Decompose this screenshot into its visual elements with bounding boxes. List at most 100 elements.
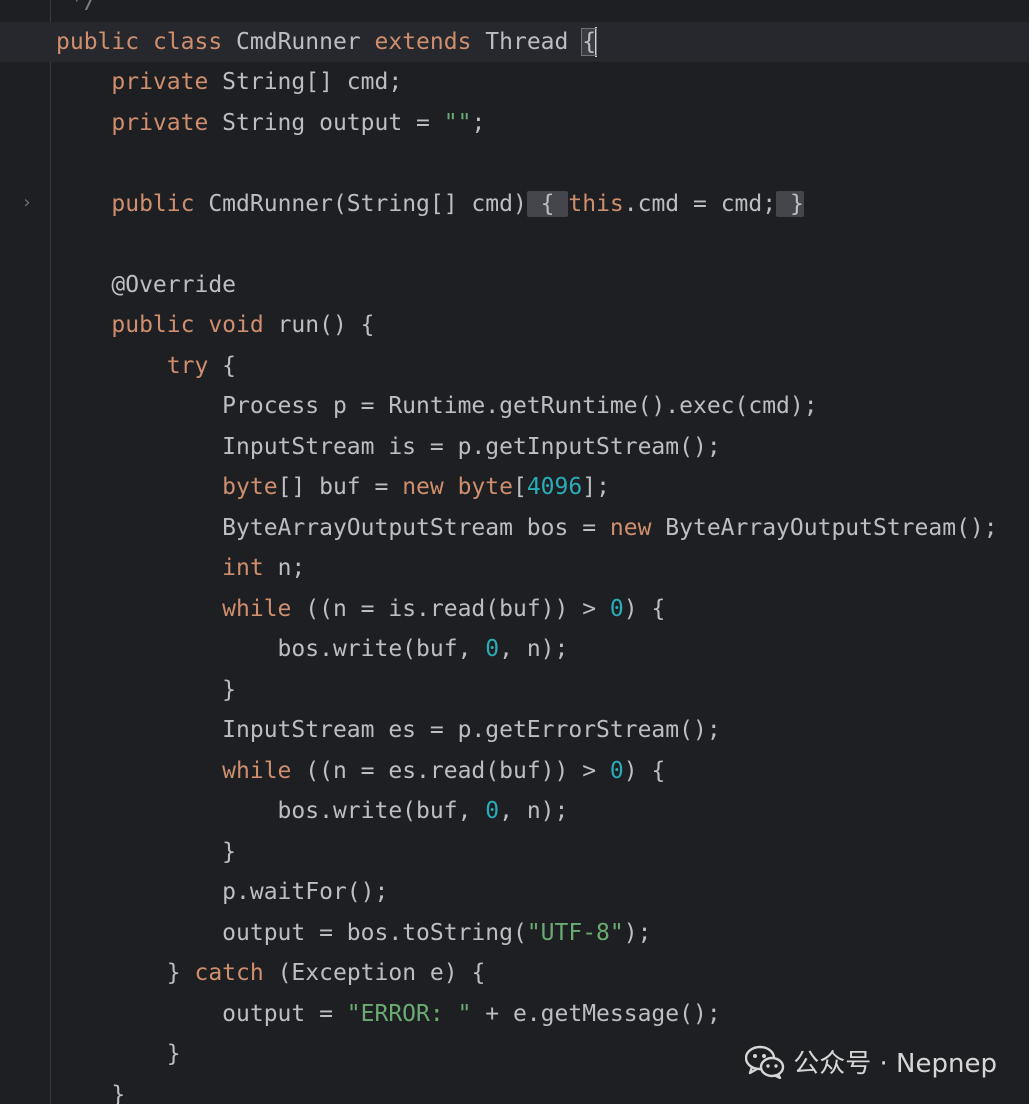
code-line[interactable]: public void run() { (56, 305, 1029, 346)
code-token: output = bos.toString( (56, 919, 527, 946)
code-line[interactable] (56, 143, 1029, 184)
code-token: .cmd = cmd; (623, 190, 777, 217)
code-line[interactable]: while ((n = es.read(buf)) > 0) { (56, 751, 1029, 792)
editor-gutter: › (0, 0, 50, 1104)
code-token: extends (374, 28, 486, 55)
code-token: 0 (485, 798, 500, 824)
code-token: this (568, 190, 624, 217)
text-caret (595, 27, 598, 57)
code-line[interactable]: output = "ERROR: " + e.getMessage(); (56, 994, 1029, 1035)
code-line[interactable]: while ((n = is.read(buf)) > 0) { (56, 589, 1029, 630)
code-line[interactable]: @Override (56, 265, 1029, 306)
code-token: bos.write(buf, (56, 636, 486, 662)
code-token: byte (457, 474, 513, 500)
code-line[interactable]: ByteArrayOutputStream bos = new ByteArra… (56, 508, 1029, 549)
code-line[interactable]: } (56, 670, 1029, 711)
code-token: public (111, 312, 209, 338)
code-token: try (166, 352, 223, 379)
code-token: ; (471, 109, 486, 136)
code-token: while (222, 757, 306, 784)
code-token: run() { (277, 312, 375, 338)
code-token: ByteArrayOutputStream(); (665, 514, 998, 541)
code-token: void (208, 312, 278, 338)
code-token: { (526, 190, 569, 217)
code-line[interactable]: public class CmdRunner extends Thread { (0, 21, 1029, 62)
code-token: ((n = is.read(buf)) > (305, 595, 610, 622)
code-token: [ (512, 474, 527, 500)
code-token: InputStream is = p.getInputStream(); (56, 433, 721, 460)
code-line[interactable]: p.waitFor(); (56, 872, 1029, 913)
code-token: } (56, 1041, 181, 1067)
code-token: (Exception e) { (277, 960, 486, 986)
code-line[interactable]: public CmdRunner(String[] cmd) { this.cm… (56, 184, 1029, 225)
code-token: catch (194, 960, 278, 986)
code-line[interactable]: */ (56, 0, 1029, 22)
code-token: private (111, 69, 223, 95)
code-token: { (222, 352, 237, 379)
code-line[interactable]: InputStream is = p.getInputStream(); (56, 427, 1029, 468)
code-token: new (609, 514, 666, 541)
watermark: 公众号 · Nepnep (745, 1043, 997, 1080)
code-line[interactable]: int n; (56, 548, 1029, 589)
fold-expand-icon[interactable]: › (19, 183, 35, 223)
code-token: private (111, 109, 223, 136)
code-token: CmdRunner (236, 28, 375, 55)
code-line[interactable]: bos.write(buf, 0, n); (56, 629, 1029, 670)
code-line[interactable]: private String output = ""; (56, 103, 1029, 144)
code-token: output = (56, 1000, 347, 1027)
code-token: + e.getMessage(); (471, 1000, 721, 1027)
code-token: , n); (499, 636, 569, 662)
code-line[interactable]: private String[] cmd; (56, 62, 1029, 103)
code-token: */ (56, 0, 98, 14)
code-token: 0 (609, 757, 624, 784)
code-token: public (56, 28, 153, 55)
code-line[interactable] (56, 224, 1029, 265)
code-line[interactable]: } (56, 832, 1029, 873)
code-token: , n); (499, 798, 569, 824)
code-token: CmdRunner(String[] cmd) (208, 190, 527, 217)
code-token: public (111, 190, 209, 217)
code-line[interactable]: bos.write(buf, 0, n); (56, 791, 1029, 832)
code-line[interactable]: byte[] buf = new byte[4096]; (56, 467, 1029, 508)
code-token: Thread (485, 28, 583, 55)
code-token: "ERROR: " (346, 1000, 472, 1027)
watermark-text: 公众号 · Nepnep (793, 1049, 997, 1079)
wechat-icon (745, 1045, 785, 1079)
code-token: String[] cmd; (222, 69, 403, 95)
code-token: InputStream es = p.getErrorStream(); (56, 717, 721, 743)
code-token: 0 (609, 595, 624, 622)
code-token: } (56, 1081, 126, 1104)
code-token: 4096 (526, 474, 583, 500)
code-line[interactable]: try { (56, 346, 1029, 387)
code-token: ) { (623, 757, 666, 784)
code-token: Process p = Runtime.getRuntime().exec(cm… (56, 393, 818, 419)
code-line[interactable]: Process p = Runtime.getRuntime().exec(cm… (56, 386, 1029, 427)
code-token: { (581, 27, 598, 56)
code-line[interactable]: output = bos.toString("UTF-8"); (56, 913, 1029, 954)
code-token: ByteArrayOutputStream bos = (56, 514, 610, 541)
code-token: } (56, 960, 195, 986)
code-line[interactable]: } catch (Exception e) { (56, 953, 1029, 994)
code-token: new (402, 474, 458, 500)
code-token: String output = (222, 109, 444, 136)
code-token: ); (623, 919, 652, 946)
gutter-divider (50, 0, 51, 1104)
code-area[interactable]: */ public class CmdRunner extends Thread … (0, 0, 1029, 1104)
code-line[interactable]: InputStream es = p.getErrorStream(); (56, 710, 1029, 751)
code-token: "" (443, 109, 472, 136)
code-token: int (222, 555, 278, 581)
code-token: } (776, 190, 804, 217)
code-token: @Override (111, 271, 237, 298)
code-token: ) { (623, 595, 666, 622)
code-token: } (56, 838, 237, 865)
code-token: ((n = es.read(buf)) > (305, 757, 610, 784)
code-editor[interactable]: › */ public class CmdRunner extends Threa… (0, 0, 1029, 1104)
code-token: p.waitFor(); (56, 879, 389, 905)
